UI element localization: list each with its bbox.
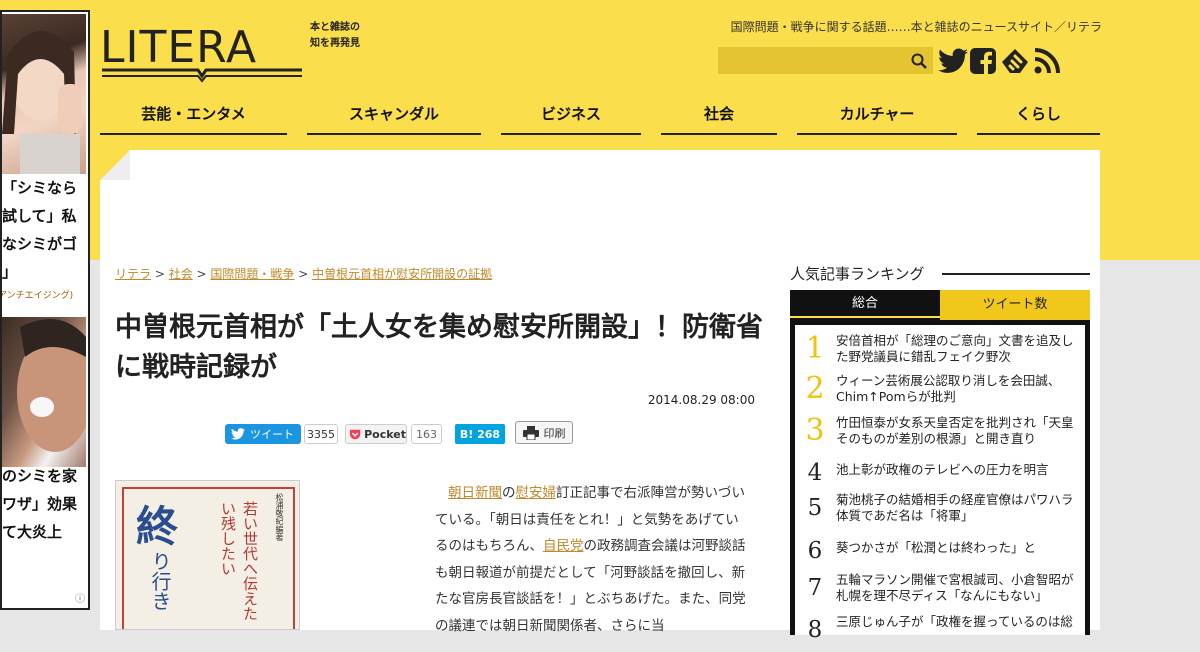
print-icon: [522, 425, 539, 440]
page-fold-corner: [100, 150, 130, 180]
rank-number: 8: [807, 617, 823, 643]
ad-text-line[interactable]: 「シミなら: [2, 174, 77, 202]
pocket-icon: [349, 429, 361, 439]
rank-number: 4: [807, 460, 823, 486]
rank-text[interactable]: 五輪マラソン開催で宮根誠司、小倉智昭が札幌を理不尽ディス「なんにもない」: [836, 572, 1083, 604]
breadcrumb-home[interactable]: リテラ: [115, 267, 151, 281]
tab-tweet-count[interactable]: ツイート数: [940, 290, 1090, 320]
ad-photo-man[interactable]: [2, 317, 88, 467]
book-title-big: 終: [136, 502, 179, 551]
rank-number: 7: [807, 575, 823, 601]
nav-item-entertainment[interactable]: 芸能・エンタメ: [100, 102, 287, 135]
pocket-button[interactable]: Pocket: [345, 424, 407, 444]
print-button[interactable]: 印刷: [515, 421, 573, 444]
ranking-item[interactable]: 5 菊池桃子の結婚相手の経産官僚はパワハラ体質であだ名は「将軍」: [795, 490, 1085, 530]
body-text: の: [502, 485, 516, 501]
search-icon[interactable]: [905, 47, 933, 74]
twitter-icon[interactable]: [936, 44, 970, 78]
ad-text-line[interactable]: なシミがゴ: [2, 230, 77, 258]
pocket-count: 163: [411, 424, 442, 444]
logo-sub2-text: 知を再発見: [309, 36, 360, 49]
ranking-item[interactable]: 8 三原じゅん子が「政権を握っているのは総: [795, 612, 1085, 652]
nav-item-culture[interactable]: カルチャー: [797, 102, 957, 135]
rank-number: 2: [805, 371, 825, 406]
ad-text-line[interactable]: 」: [2, 258, 17, 286]
rank-text[interactable]: 池上彰が政権のテレビへの圧力を明言: [836, 462, 1083, 478]
logo-subtext: 本と雑誌の 知を再発見: [309, 20, 360, 49]
rank-text[interactable]: 菊池桃子の結婚相手の経産官僚はパワハラ体質であだ名は「将軍」: [836, 492, 1083, 524]
facebook-icon[interactable]: [966, 44, 1000, 78]
rank-number: 3: [805, 413, 825, 448]
tab-total[interactable]: 総合: [790, 290, 940, 318]
main-navigation: 芸能・エンタメ スキャンダル ビジネス 社会 カルチャー くらし: [100, 102, 1100, 136]
tweet-button[interactable]: ツイート: [225, 424, 301, 444]
ad-info-icon[interactable]: ⓘ: [75, 590, 85, 605]
ad-category: アンチエイジング): [0, 291, 74, 301]
book-subtitle: 若い世代へ伝えたい残したい: [219, 501, 259, 621]
rss-icon[interactable]: [1030, 44, 1064, 78]
tweet-count: 3355: [304, 424, 338, 444]
breadcrumb-current[interactable]: 中曽根元首相が慰安所開設の証拠: [312, 267, 492, 281]
rank-number: 1: [805, 331, 825, 366]
breadcrumb-international[interactable]: 国際問題・戦争: [210, 267, 294, 281]
ad-text-line[interactable]: て大炎上: [2, 518, 62, 546]
ranking-item[interactable]: 3 竹田恒泰が女系天皇否定を批判され「天皇そのものが差別の根源」と開き直り: [795, 413, 1085, 453]
link-asahi[interactable]: 朝日新聞: [448, 485, 502, 501]
ranking-item[interactable]: 6 葵つかさが「松潤とは終わった」と: [795, 533, 1085, 573]
ranking-title: 人気記事ランキング: [790, 265, 925, 283]
nav-item-society[interactable]: 社会: [661, 102, 777, 135]
breadcrumb-separator: >: [294, 267, 313, 281]
logo-sub1-text: 本と雑誌の: [310, 20, 360, 33]
rank-number: 5: [807, 495, 823, 521]
nav-item-business[interactable]: ビジネス: [501, 102, 641, 135]
print-label: 印刷: [543, 426, 566, 440]
ad-text-line[interactable]: のシミを家: [2, 462, 77, 490]
ranking-item[interactable]: 1 安倍首相が「総理のご意向」文書を追及した野党議員に錯乱フェイク野次: [795, 331, 1085, 371]
book-title-small: り行き: [148, 551, 172, 611]
breadcrumb-society[interactable]: 社会: [169, 267, 193, 281]
ranking-item[interactable]: 2 ウィーン芸術展公認取り消しを会田誠、Chim↑Pomらが批判: [795, 371, 1085, 411]
link-ianfu[interactable]: 慰安婦: [516, 485, 557, 501]
link-ldp[interactable]: 自民党: [543, 538, 584, 554]
ranking-title-rule: [942, 273, 1090, 275]
tweet-label: ツイート: [250, 428, 294, 441]
article-date: 2014.08.29 08:00: [647, 393, 755, 407]
feedly-icon[interactable]: [998, 44, 1032, 78]
rank-text[interactable]: 竹田恒泰が女系天皇否定を批判され「天皇そのものが差別の根源」と開き直り: [836, 415, 1083, 447]
hatena-bookmark-button[interactable]: B! 268: [455, 424, 505, 444]
search-input[interactable]: [718, 47, 933, 74]
nav-item-scandal[interactable]: スキャンダル: [307, 102, 481, 135]
rank-text[interactable]: 安倍首相が「総理のご意向」文書を追及した野党議員に錯乱フェイク野次: [836, 333, 1083, 365]
site-tagline: 国際問題・戦争に関する話題……本と雑誌のニュースサイト／リテラ: [730, 20, 1102, 34]
ranking-list: 1 安倍首相が「総理のご意向」文書を追及した野党議員に錯乱フェイク野次 2 ウィ…: [795, 325, 1085, 643]
article-body: 朝日新聞の慰安婦訂正記事で右派陣営が勢いづいている。「朝日は責任をとれ！」と気勢…: [435, 480, 747, 639]
breadcrumb-separator: >: [192, 267, 211, 281]
pocket-label: Pocket: [364, 427, 406, 441]
book-author: 松浦敬紀編著: [275, 493, 284, 541]
ranking-item[interactable]: 4 池上彰が政権のテレビへの圧力を明言: [795, 455, 1085, 495]
rank-text[interactable]: 三原じゅん子が「政権を握っているのは総: [836, 614, 1083, 630]
book-cover-image[interactable]: 終 り行き 若い世代へ伝えたい残したい 松浦敬紀編著: [115, 480, 300, 630]
rank-number: 6: [807, 538, 823, 564]
breadcrumb-separator: >: [151, 267, 169, 281]
ad-photo-woman[interactable]: [2, 14, 86, 174]
rank-text[interactable]: 葵つかさが「松潤とは終わった」と: [836, 540, 1083, 556]
ranking-box: 総合 ツイート数 1 安倍首相が「総理のご意向」文書を追及した野党議員に錯乱フェ…: [790, 290, 1090, 643]
article-title: 中曽根元首相が「土人女を集め慰安所開設」！防衛省に戦時記録が: [115, 312, 763, 383]
twitter-icon: [231, 428, 245, 440]
nav-item-life[interactable]: くらし: [977, 102, 1100, 135]
breadcrumb: リテラ > 社会 > 国際問題・戦争 > 中曽根元首相が慰安所開設の証拠: [115, 265, 492, 282]
ad-text-line[interactable]: ワザ」効果: [2, 490, 77, 518]
ranking-item[interactable]: 7 五輪マラソン開催で宮根誠司、小倉智昭が札幌を理不尽ディス「なんにもない」: [795, 570, 1085, 610]
ad-text-line[interactable]: 試して」私: [2, 202, 77, 230]
left-advertisement[interactable]: 「シミなら 試して」私 なシミがゴ 」 アンチエイジング) のシミを家 ワザ」効…: [0, 10, 90, 610]
rank-text[interactable]: ウィーン芸術展公認取り消しを会田誠、Chim↑Pomらが批判: [836, 373, 1083, 405]
